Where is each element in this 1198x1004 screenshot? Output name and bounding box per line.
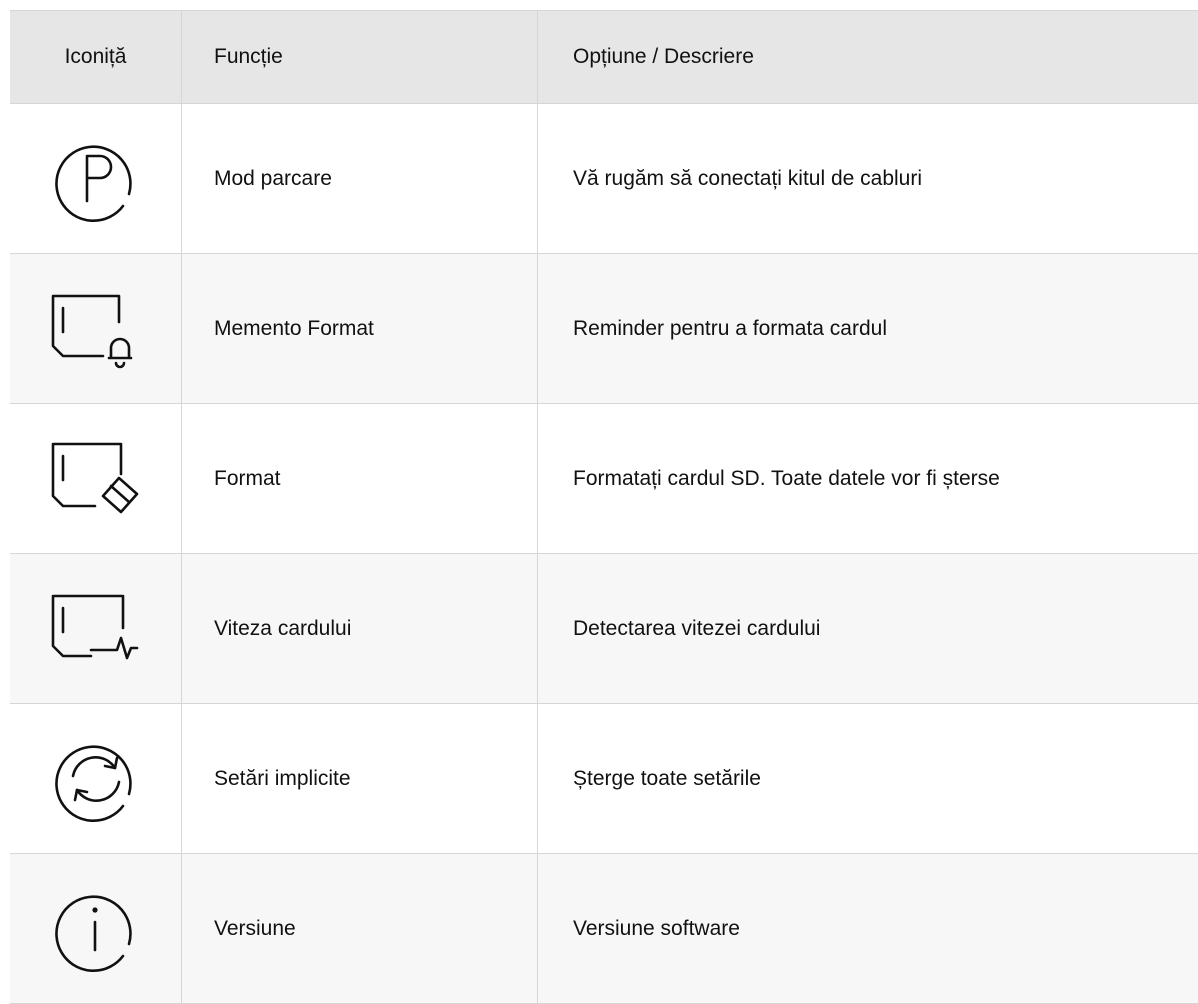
table-row: Setări implicite Șterge toate setările <box>10 704 1198 854</box>
function-label: Mod parcare <box>182 104 538 253</box>
description-label: Detectarea vitezei cardului <box>573 616 821 640</box>
table-header-row: Iconiță Funcție Opțiune / Descriere <box>10 11 1198 104</box>
functions-table: Iconiță Funcție Opțiune / Descriere Mod … <box>10 10 1198 1004</box>
parking-icon <box>10 104 182 253</box>
table-row: Memento Format Reminder pentru a formata… <box>10 254 1198 404</box>
table-row: Mod parcare Vă rugăm să conectați kitul … <box>10 104 1198 254</box>
reset-icon <box>10 704 182 853</box>
sd-card-bell-icon <box>10 254 182 403</box>
header-function-column: Funcție <box>182 11 538 103</box>
header-icon-column: Iconiță <box>10 11 182 103</box>
description-label: Formatați cardul SD. Toate datele vor fi… <box>573 466 1000 490</box>
table-row: Viteza cardului Detectarea vitezei cardu… <box>10 554 1198 704</box>
description-label: Versiune software <box>573 916 740 940</box>
function-label: Versiune <box>182 854 538 1003</box>
function-label: Setări implicite <box>182 704 538 853</box>
description-label: Șterge toate setările <box>573 766 761 790</box>
table-row: Format Formatați cardul SD. Toate datele… <box>10 404 1198 554</box>
sd-card-pulse-icon <box>10 554 182 703</box>
table-row: Versiune Versiune software <box>10 854 1198 1004</box>
description-label: Vă rugăm să conectați kitul de cabluri <box>573 166 923 190</box>
sd-card-eraser-icon <box>10 404 182 553</box>
function-label: Viteza cardului <box>182 554 538 703</box>
function-label: Memento Format <box>182 254 538 403</box>
header-description-column: Opțiune / Descriere <box>573 45 754 68</box>
function-label: Format <box>182 404 538 553</box>
info-icon <box>10 854 182 1003</box>
description-label: Reminder pentru a formata cardul <box>573 316 887 340</box>
